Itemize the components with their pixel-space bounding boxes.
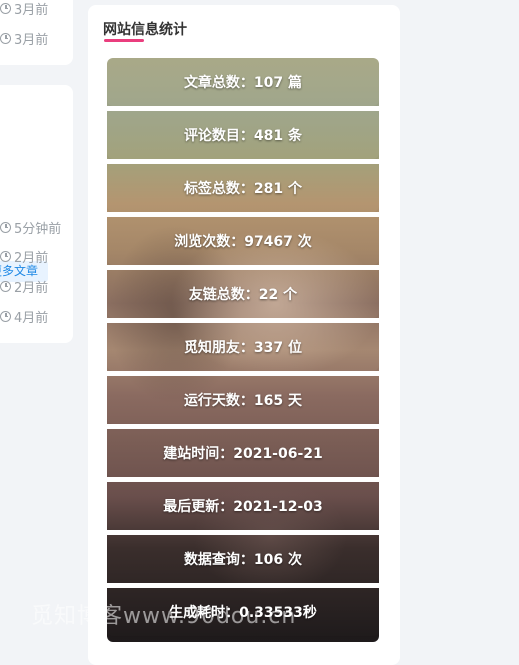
widget-title: 网站信息统计	[103, 22, 187, 38]
post-time-label: 4月前	[14, 310, 49, 326]
post-time: 3月前	[0, 28, 48, 48]
stats-list: 文章总数：107 篇 评论数目：481 条 标签总数：281 个 浏览次数：97…	[107, 58, 379, 642]
stat-tag-count: 标签总数：281 个	[107, 164, 379, 212]
clock-icon	[0, 2, 11, 14]
post-time-label: 5分钟前	[14, 221, 62, 237]
stat-launch-date: 建站时间：2021-06-21	[107, 429, 379, 477]
stat-friend-links: 友链总数：22 个	[107, 270, 379, 318]
clock-icon	[0, 310, 11, 322]
clock-icon	[0, 250, 11, 262]
clock-icon	[0, 32, 11, 44]
post-time: 2月前	[0, 276, 48, 296]
post-time-label: 2月前	[14, 250, 49, 266]
stat-query-count: 数据查询：106 次	[107, 535, 379, 583]
post-time-label: 3月前	[14, 32, 49, 48]
title-underline	[104, 39, 144, 42]
recent-posts-card: 更多文章 5分钟前 2月前 2月前 4月前	[0, 85, 73, 343]
stat-generation-time: 生成耗时：0.33533秒	[107, 588, 379, 636]
post-time: 4月前	[0, 306, 48, 326]
post-time: 5分钟前	[0, 217, 61, 237]
stat-members: 觅知朋友：337 位	[107, 323, 379, 371]
stat-view-count: 浏览次数：97467 次	[107, 217, 379, 265]
post-time: 2月前	[0, 246, 48, 266]
post-time-label: 2月前	[14, 280, 49, 296]
recent-posts-card-top: 3月前 3月前	[0, 0, 73, 65]
post-time: 3月前	[0, 0, 48, 18]
clock-icon	[0, 221, 11, 233]
site-stats-widget: 网站信息统计 文章总数：107 篇 评论数目：481 条 标签总数：281 个 …	[88, 5, 400, 665]
post-time-label: 3月前	[14, 2, 49, 18]
stat-article-count: 文章总数：107 篇	[107, 58, 379, 106]
clock-icon	[0, 280, 11, 292]
stat-comment-count: 评论数目：481 条	[107, 111, 379, 159]
stat-last-update: 最后更新：2021-12-03	[107, 482, 379, 530]
stat-running-days: 运行天数：165 天	[107, 376, 379, 424]
